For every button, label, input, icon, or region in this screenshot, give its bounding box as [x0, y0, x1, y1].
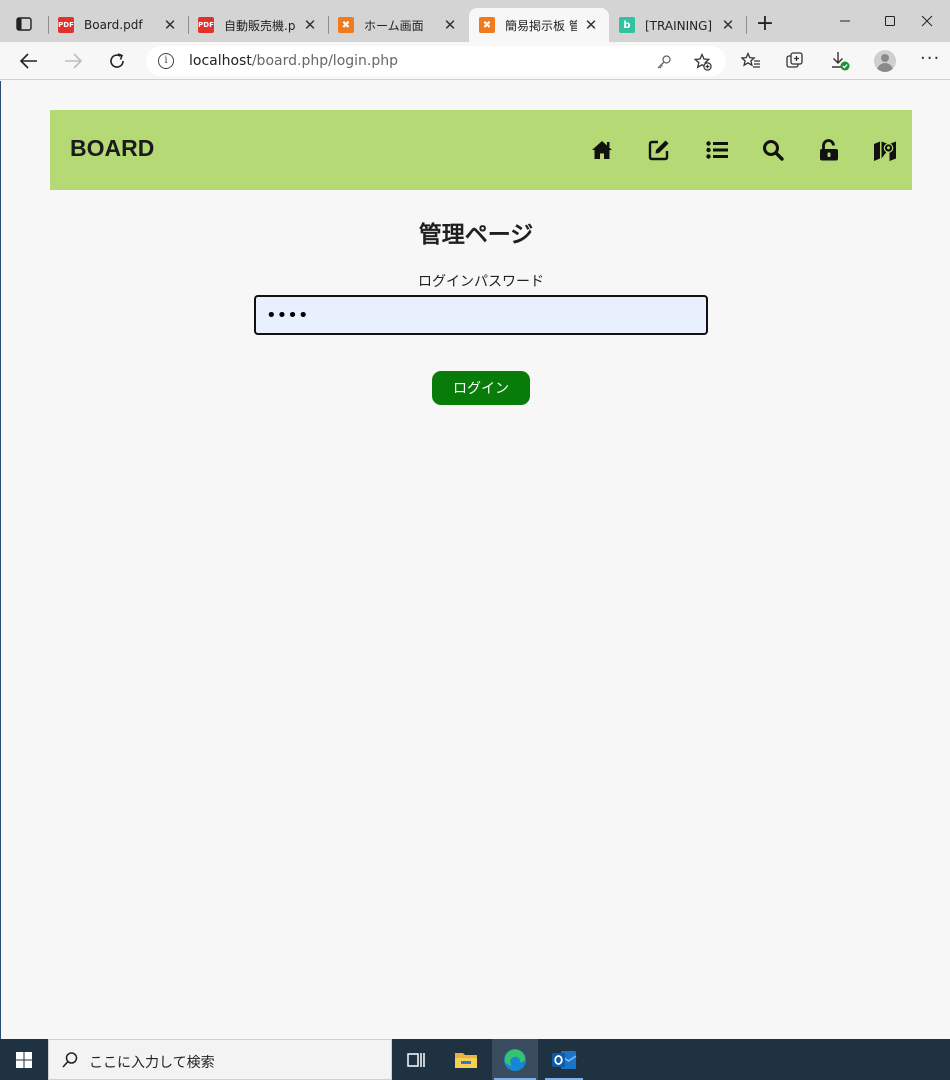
search-icon: [61, 1051, 79, 1073]
tab-separator: [746, 16, 747, 34]
pdf-icon: PDF: [198, 17, 214, 33]
pdf-icon: PDF: [58, 17, 74, 33]
url-path: /board.php/login.php: [251, 53, 399, 69]
url-text[interactable]: localhost/board.php/login.php: [189, 53, 398, 69]
browser-tab-strip: PDF Board.pdf ✕ PDF 自動販売機.pdf ✕ ✖ ホーム画面 …: [0, 0, 950, 42]
minimize-button[interactable]: [822, 8, 868, 34]
collections-icon[interactable]: [783, 50, 807, 72]
search-icon[interactable]: [761, 138, 785, 162]
more-menu-icon[interactable]: ···: [920, 48, 940, 69]
refresh-button[interactable]: [103, 48, 131, 74]
tab-title: 自動販売機.pdf: [224, 18, 296, 33]
password-label: ログインパスワード: [418, 274, 544, 290]
tab-title: [TRAINING] 研修: [645, 18, 714, 33]
tab-actions-icon[interactable]: [8, 10, 40, 38]
xampp-icon: ✖: [338, 17, 354, 33]
browser-toolbar: i localhost/board.php/login.php ···: [0, 42, 950, 80]
map-icon[interactable]: [873, 138, 897, 162]
edge-icon[interactable]: [492, 1039, 538, 1080]
login-button[interactable]: ログイン: [432, 371, 530, 405]
close-tab-icon[interactable]: ✕: [583, 16, 599, 34]
site-header: BOARD: [50, 110, 912, 190]
close-tab-icon[interactable]: ✕: [302, 16, 318, 34]
password-input[interactable]: [254, 295, 708, 335]
edit-icon[interactable]: [647, 138, 671, 162]
unlock-icon[interactable]: [817, 138, 841, 162]
close-tab-icon[interactable]: ✕: [162, 16, 178, 34]
close-tab-icon[interactable]: ✕: [720, 16, 736, 34]
close-tab-icon[interactable]: ✕: [442, 16, 458, 34]
url-host: localhost: [189, 53, 252, 69]
new-tab-button[interactable]: +: [752, 12, 778, 36]
training-icon: b: [619, 17, 635, 33]
close-window-button[interactable]: [904, 8, 950, 34]
avatar-head: [881, 54, 889, 62]
tab-home-screen[interactable]: ✖ ホーム画面 ✕: [328, 8, 468, 42]
tab-title: Board.pdf: [84, 18, 143, 32]
tab-title: 簡易掲示板 管理: [505, 18, 577, 33]
key-icon[interactable]: [654, 52, 674, 72]
tab-vending-pdf[interactable]: PDF 自動販売機.pdf ✕: [188, 8, 328, 42]
address-bar[interactable]: i localhost/board.php/login.php: [146, 46, 726, 76]
tab-training[interactable]: b [TRAINING] 研修 ✕: [609, 8, 746, 42]
forward-button[interactable]: [59, 48, 87, 74]
back-button[interactable]: [15, 48, 43, 74]
task-view-icon[interactable]: [393, 1039, 439, 1080]
favorites-icon[interactable]: [739, 50, 763, 72]
outlook-icon[interactable]: [541, 1039, 587, 1080]
tab-title: ホーム画面: [364, 18, 424, 33]
profile-avatar[interactable]: [874, 50, 896, 72]
site-info-icon[interactable]: i: [158, 53, 174, 69]
page-content: BOARD 管理ページ ログインパスワード ログイン: [0, 81, 950, 1039]
downloads-icon[interactable]: [828, 50, 852, 72]
avatar-body: [877, 63, 893, 72]
taskbar-search-box[interactable]: ここに入力して検索: [48, 1039, 392, 1080]
add-favorite-icon[interactable]: [693, 52, 713, 72]
page-title: 管理ページ: [418, 222, 534, 248]
tab-board-pdf[interactable]: PDF Board.pdf ✕: [48, 8, 188, 42]
windows-start-icon[interactable]: [0, 1039, 48, 1080]
xampp-icon: ✖: [479, 17, 495, 33]
list-icon[interactable]: [705, 138, 729, 162]
site-brand[interactable]: BOARD: [70, 135, 154, 162]
search-placeholder: ここに入力して検索: [89, 1055, 215, 1071]
windows-taskbar: ここに入力して検索: [0, 1039, 950, 1080]
tab-board-admin[interactable]: ✖ 簡易掲示板 管理 ✕: [469, 8, 609, 42]
file-explorer-icon[interactable]: [443, 1039, 489, 1080]
home-icon[interactable]: [590, 138, 614, 162]
